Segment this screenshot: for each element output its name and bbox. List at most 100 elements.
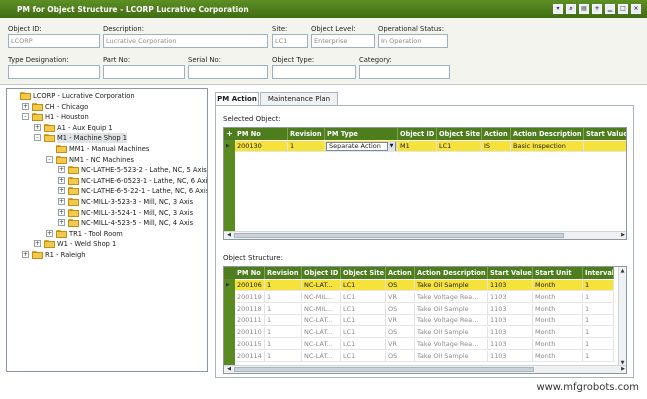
- site-input[interactable]: LC1: [272, 34, 308, 48]
- minimize-icon[interactable]: ▁: [605, 4, 615, 14]
- object-type-input[interactable]: [272, 65, 356, 79]
- expand-icon[interactable]: +: [34, 123, 41, 131]
- scroll-left-icon[interactable]: ◀: [225, 232, 233, 239]
- collapse-icon[interactable]: -: [34, 134, 41, 142]
- table-cell[interactable]: Take Voltage Rea...: [415, 291, 488, 303]
- table-cell[interactable]: 1: [265, 291, 302, 303]
- table-cell[interactable]: 1103: [488, 315, 533, 327]
- column-header[interactable]: Interval: [583, 267, 614, 279]
- scroll-thumb[interactable]: [234, 233, 564, 238]
- maximize-icon[interactable]: □: [618, 4, 628, 14]
- search-icon[interactable]: ⌕: [566, 4, 576, 14]
- expand-icon[interactable]: +: [34, 240, 41, 248]
- table-cell[interactable]: 1103: [488, 327, 533, 339]
- table-cell[interactable]: 200130: [235, 141, 288, 152]
- table-cell[interactable]: 1: [583, 350, 614, 362]
- table-cell[interactable]: 1: [583, 339, 614, 350]
- table-cell[interactable]: LC1: [341, 291, 386, 303]
- expand-icon[interactable]: +: [46, 229, 53, 237]
- column-header[interactable]: Revision: [288, 128, 325, 140]
- table-cell[interactable]: Take Oil Sample: [415, 280, 488, 291]
- table-cell[interactable]: 1103: [488, 291, 533, 303]
- scroll-thumb[interactable]: [234, 367, 534, 372]
- table-cell[interactable]: OS: [386, 280, 415, 291]
- down-arrow-icon[interactable]: ▾: [553, 4, 563, 14]
- table-cell[interactable]: Separate Action ▼: [325, 141, 398, 152]
- table-cell[interactable]: 1: [265, 303, 302, 315]
- table-cell[interactable]: 1103: [488, 303, 533, 315]
- table-cell[interactable]: Take Oil Sample: [415, 303, 488, 315]
- table-cell[interactable]: 200115: [235, 339, 265, 350]
- table-cell[interactable]: LC1: [341, 339, 386, 350]
- table-cell[interactable]: NC-LAT...: [302, 315, 341, 327]
- table-cell[interactable]: Take Oil Sample: [415, 350, 488, 362]
- column-header[interactable]: Object ID: [302, 267, 341, 279]
- table-cell[interactable]: Take Oil Sample: [415, 327, 488, 339]
- table-cell[interactable]: Month: [533, 339, 583, 350]
- table-cell[interactable]: NC-MIL...: [302, 303, 341, 315]
- scroll-up-icon[interactable]: ▲: [619, 267, 626, 275]
- expand-icon[interactable]: +: [22, 102, 29, 110]
- column-header[interactable]: Object Site: [437, 128, 482, 140]
- column-header[interactable]: PM No: [235, 128, 288, 140]
- structure-grid-vscroll[interactable]: ▲ ▼: [618, 267, 626, 367]
- table-cell[interactable]: 1103: [488, 280, 533, 291]
- pm-type-dropdown[interactable]: Separate Action ▼: [326, 142, 396, 151]
- table-cell[interactable]: 200110: [235, 327, 265, 339]
- chevron-down-icon[interactable]: ▼: [387, 142, 395, 151]
- table-cell[interactable]: 1: [583, 291, 614, 303]
- selected-grid-hscroll[interactable]: ◀ ▶: [224, 231, 626, 239]
- table-cell[interactable]: LC1: [341, 327, 386, 339]
- table-cell[interactable]: NC-LAT...: [302, 280, 341, 291]
- table-cell[interactable]: Take Voltage Rea...: [415, 315, 488, 327]
- table-cell[interactable]: OS: [386, 350, 415, 362]
- table-cell[interactable]: M1: [398, 141, 437, 152]
- close-icon[interactable]: ×: [631, 4, 641, 14]
- serial-no-input[interactable]: [188, 65, 268, 79]
- table-cell[interactable]: 1103: [488, 350, 533, 362]
- expand-icon[interactable]: +: [22, 251, 29, 258]
- collapse-icon[interactable]: -: [22, 113, 29, 121]
- table-cell[interactable]: 1: [583, 327, 614, 339]
- add-row-icon[interactable]: +: [224, 128, 235, 140]
- add-icon[interactable]: +: [592, 4, 602, 14]
- table-cell[interactable]: 1: [583, 303, 614, 315]
- table-cell[interactable]: NC-LAT...: [302, 350, 341, 362]
- table-cell[interactable]: 1: [288, 141, 325, 152]
- expand-icon[interactable]: +: [58, 166, 65, 174]
- tab-maintenance-plan[interactable]: Maintenance Plan: [260, 92, 338, 106]
- table-cell[interactable]: OS: [386, 327, 415, 339]
- scroll-right-icon[interactable]: ▶: [619, 366, 626, 373]
- table-cell[interactable]: 1: [265, 327, 302, 339]
- category-input[interactable]: [359, 65, 450, 79]
- table-cell[interactable]: OS: [386, 303, 415, 315]
- column-header[interactable]: Action Description: [415, 267, 488, 279]
- column-header[interactable]: Start Unit: [533, 267, 583, 279]
- table-cell[interactable]: LC1: [341, 280, 386, 291]
- table-cell[interactable]: 1103: [488, 339, 533, 350]
- table-cell[interactable]: 1: [265, 339, 302, 350]
- column-header[interactable]: Action: [482, 128, 511, 140]
- table-cell[interactable]: 1: [265, 280, 302, 291]
- table-cell[interactable]: 1: [583, 315, 614, 327]
- column-header[interactable]: Start Value: [488, 267, 533, 279]
- structure-grid-hscroll[interactable]: ◀ ▶: [224, 365, 626, 373]
- scroll-right-icon[interactable]: ▶: [619, 232, 626, 239]
- table-cell[interactable]: 200106: [235, 280, 265, 291]
- column-header[interactable]: PM No: [235, 267, 265, 279]
- part-no-input[interactable]: [103, 65, 185, 79]
- table-cell[interactable]: 200111: [235, 315, 265, 327]
- table-cell[interactable]: IS: [482, 141, 511, 152]
- column-header[interactable]: PM Type: [325, 128, 398, 140]
- operational-status-input[interactable]: In Operation: [378, 34, 448, 48]
- table-cell[interactable]: Take Voltage Rea...: [415, 339, 488, 350]
- column-header[interactable]: Object ID: [398, 128, 437, 140]
- scroll-left-icon[interactable]: ◀: [225, 366, 233, 373]
- table-cell[interactable]: [584, 141, 626, 152]
- table-cell[interactable]: Month: [533, 327, 583, 339]
- table-cell[interactable]: Month: [533, 280, 583, 291]
- table-cell[interactable]: LC1: [341, 303, 386, 315]
- table-cell[interactable]: VR: [386, 339, 415, 350]
- column-header[interactable]: Object Site: [341, 267, 386, 279]
- expand-icon[interactable]: +: [58, 208, 65, 216]
